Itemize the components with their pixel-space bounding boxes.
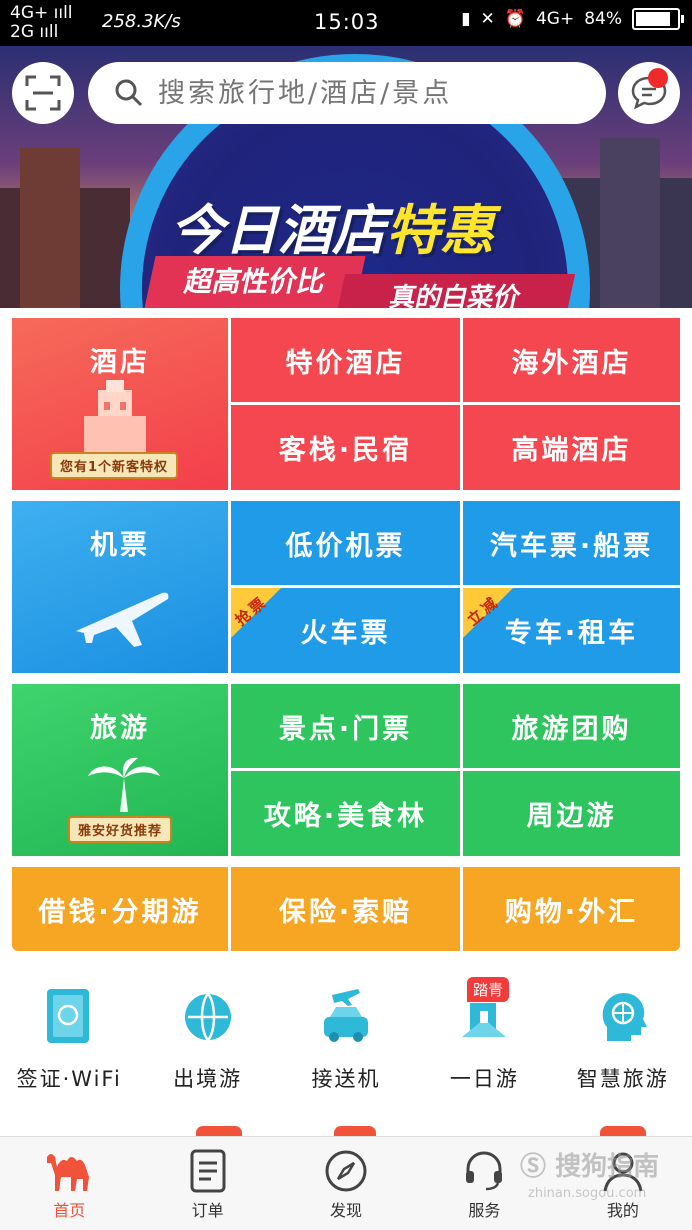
airplane-icon (76, 592, 169, 647)
train-ticket-tile[interactable]: 抢票 火车票 (231, 588, 460, 673)
banner-title: 今日酒店特惠 (170, 199, 494, 262)
bus-ferry-tile[interactable]: 汽车票·船票 (463, 501, 680, 585)
nearby-trip-tile[interactable]: 周边游 (463, 771, 680, 856)
flight-main-tile[interactable]: 机票 (12, 501, 228, 673)
cheap-hotel-tile[interactable]: 特价酒店 (231, 318, 460, 402)
search-input[interactable] (158, 77, 578, 109)
camel-icon (47, 1154, 90, 1191)
travel-promo-badge: 雅安好货推荐 (68, 816, 173, 843)
network-4g-label: 4G+ (535, 9, 575, 29)
globe-icon (184, 993, 231, 1041)
smart-head-icon (602, 993, 647, 1041)
hotel-section: 酒店 您有1个新客特权 特价酒店 海外酒店 客栈·民宿 高端酒店 (12, 318, 680, 490)
tab-home[interactable]: 首页 (0, 1137, 138, 1230)
day-trip-entry[interactable]: 踏青 一日游 (415, 977, 553, 1093)
network-speed: 258.3K/s (102, 11, 181, 32)
flight-section: 机票 低价机票 汽车票·船票 抢票 火车票 立减 专车·租车 (12, 501, 680, 673)
watermark-url: zhinan.sogou.com (528, 1186, 647, 1201)
cheap-flight-tile[interactable]: 低价机票 (231, 501, 460, 585)
status-icons: ▮ ✕ ⏰ 4G+ 84% (461, 8, 684, 30)
tab-discover[interactable]: 发现 (277, 1137, 415, 1230)
car-plane-icon (323, 989, 368, 1042)
insurance-claim-tile[interactable]: 保险·索赔 (231, 867, 460, 951)
shopping-forex-tile[interactable]: 购物·外汇 (463, 867, 680, 951)
inn-homestay-tile[interactable]: 客栈·民宿 (231, 405, 460, 490)
new-user-badge: 您有1个新客特权 (50, 452, 179, 479)
battery-icon (632, 8, 684, 30)
banner-ribbon-right: 真的白菜价 (334, 274, 576, 308)
mute-icon: ✕ (480, 9, 495, 29)
alarm-icon: ⏰ (504, 9, 526, 29)
status-bar: 4G+ ııll 2G ııll 258.3K/s 15:03 ▮ ✕ ⏰ 4G… (0, 0, 692, 46)
clock: 15:03 (314, 10, 380, 34)
tab-orders[interactable]: 订单 (138, 1137, 276, 1230)
travel-section: 旅游 雅安好货推荐 景点·门票 旅游团购 攻略·美食林 周边游 (12, 684, 680, 856)
battery-percent: 84% (584, 9, 622, 29)
notification-dot (648, 68, 668, 88)
search-icon (115, 79, 143, 107)
watermark-logo: Ⓢ 搜狗指南 (520, 1152, 660, 1182)
guide-food-tile[interactable]: 攻略·美食林 (231, 771, 460, 856)
smart-travel-entry[interactable]: 智慧旅游 (554, 985, 692, 1093)
visa-wifi-entry[interactable]: 签证·WiFi (0, 985, 138, 1093)
banner-ribbon-left: 超高性价比 (144, 256, 366, 308)
outbound-travel-entry[interactable]: 出境游 (138, 985, 276, 1093)
luxury-hotel-tile[interactable]: 高端酒店 (463, 405, 680, 490)
compass-icon (325, 1150, 367, 1192)
headset-icon (466, 1151, 503, 1191)
hotel-main-tile[interactable]: 酒店 您有1个新客特权 (12, 318, 228, 490)
hotel-building-icon (84, 380, 146, 454)
airport-transfer-entry[interactable]: 接送机 (277, 985, 415, 1093)
overseas-hotel-tile[interactable]: 海外酒店 (463, 318, 680, 402)
loan-installment-tile[interactable]: 借钱·分期游 (12, 867, 228, 951)
spring-outing-badge: 踏青 (467, 977, 510, 1002)
quick-icons-row: 签证·WiFi 出境游 接送机 踏青 一日游 智慧旅游 (0, 977, 692, 1093)
order-icon (190, 1149, 226, 1193)
scan-button[interactable] (12, 62, 74, 124)
passport-icon (47, 989, 90, 1043)
travel-main-tile[interactable]: 旅游 雅安好货推荐 (12, 684, 228, 856)
finance-section: 借钱·分期游 保险·索赔 购物·外汇 (12, 867, 680, 951)
battery-saver-icon: ▮ (461, 9, 471, 29)
palm-tree-icon (88, 757, 160, 812)
scan-icon (25, 75, 61, 111)
search-bar[interactable] (88, 62, 606, 124)
car-rental-tile[interactable]: 立减 专车·租车 (463, 588, 680, 673)
network-indicator: 4G+ ııll 2G ııll (10, 3, 73, 42)
attraction-ticket-tile[interactable]: 景点·门票 (231, 684, 460, 768)
group-buy-tile[interactable]: 旅游团购 (463, 684, 680, 768)
